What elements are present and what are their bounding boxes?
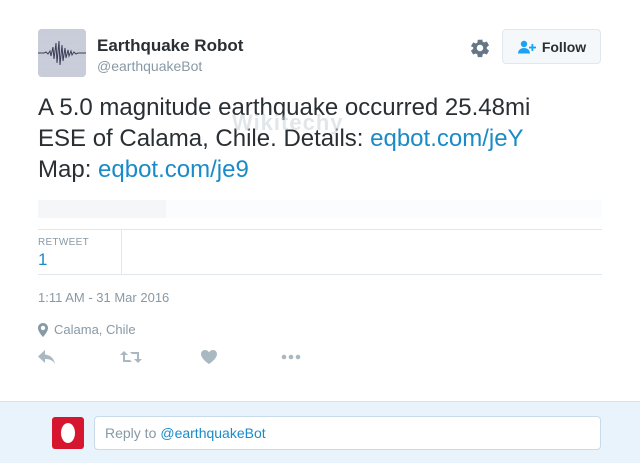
stats-divider — [121, 230, 122, 275]
tweet-card: Earthquake Robot @earthquakeBot Follow A… — [0, 0, 640, 400]
retweet-count[interactable]: 1 — [38, 250, 47, 270]
timestamp[interactable]: 1:11 AM - 31 Mar 2016 — [38, 290, 169, 305]
media-strip — [38, 200, 602, 218]
profile-handle[interactable]: @earthquakeBot — [97, 58, 202, 74]
avatar-mark — [61, 423, 75, 443]
profile-name[interactable]: Earthquake Robot — [97, 36, 243, 56]
media-placeholder — [38, 200, 166, 218]
tweet-text: A 5.0 magnitude earthquake occurred 25.4… — [38, 92, 618, 185]
reply-bar: Reply to @earthquakeBot — [0, 401, 640, 463]
follow-button[interactable]: Follow — [502, 29, 601, 64]
map-link[interactable]: eqbot.com/je9 — [98, 156, 249, 183]
tweet-text-line3: Map: eqbot.com/je9 — [38, 154, 618, 185]
profile-avatar[interactable] — [38, 29, 86, 77]
reply-icon[interactable] — [38, 346, 56, 368]
location[interactable]: Calama, Chile — [38, 322, 136, 337]
watermark: Wikitechy — [232, 110, 344, 135]
tweet-stats: RETWEET 1 — [38, 229, 602, 275]
add-user-icon — [517, 40, 536, 53]
location-text: Calama, Chile — [54, 322, 136, 337]
seismograph-icon — [38, 29, 86, 77]
tweet-text-line3-prefix: Map: — [38, 156, 99, 183]
details-link[interactable]: eqbot.com/jeY — [370, 125, 523, 152]
reply-prefix: Reply to — [105, 425, 157, 441]
retweet-stat-label: RETWEET — [38, 237, 89, 248]
user-avatar — [52, 417, 84, 449]
reply-mention: @earthquakeBot — [160, 425, 266, 441]
reply-input[interactable]: Reply to @earthquakeBot — [94, 416, 601, 450]
retweet-icon[interactable] — [120, 346, 142, 368]
follow-label: Follow — [541, 38, 587, 55]
location-pin-icon — [38, 322, 48, 337]
more-icon[interactable] — [281, 346, 301, 368]
heart-icon[interactable] — [201, 346, 217, 368]
gear-icon[interactable] — [469, 37, 491, 59]
tweet-actions — [38, 346, 338, 368]
